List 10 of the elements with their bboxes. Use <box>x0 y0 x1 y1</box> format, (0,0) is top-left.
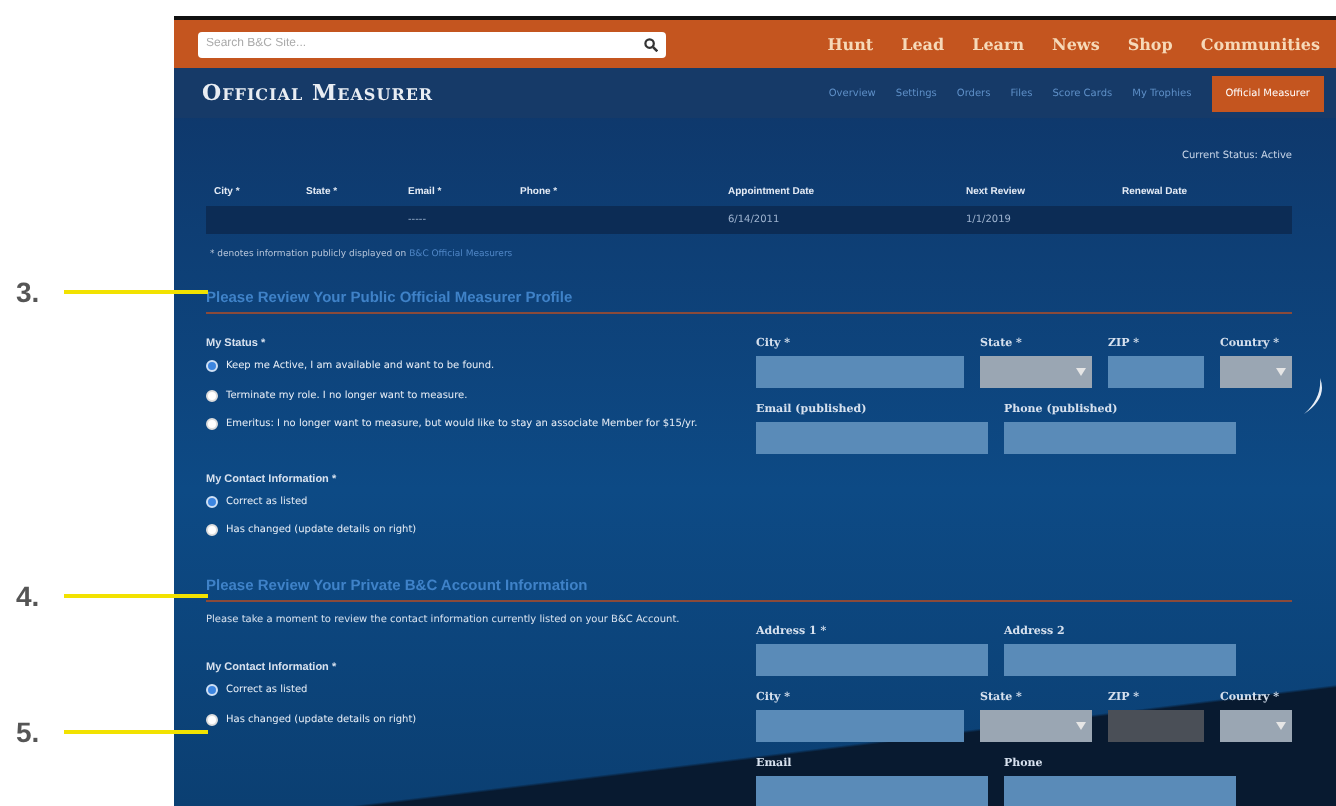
nav-link[interactable]: Learn <box>972 34 1025 54</box>
callout-number: 3. <box>16 276 42 308</box>
callout-number: 4. <box>16 580 42 612</box>
nav-link[interactable]: Lead <box>901 34 945 54</box>
nav-link[interactable]: News <box>1052 34 1100 54</box>
callout-number: 5. <box>16 716 42 748</box>
nav-link[interactable]: Communities <box>1200 34 1320 54</box>
site-title: Official Measurer <box>202 80 434 106</box>
nav-link[interactable]: Shop <box>1127 34 1173 54</box>
nav-link[interactable]: Hunt <box>827 34 874 54</box>
